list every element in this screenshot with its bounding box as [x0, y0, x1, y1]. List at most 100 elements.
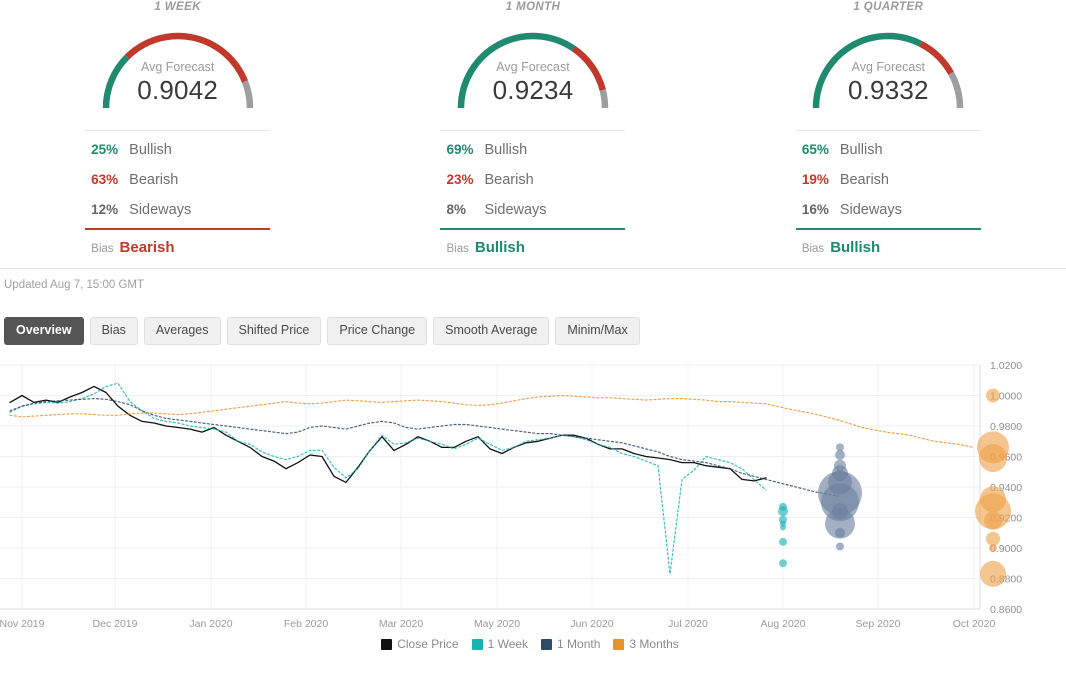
- legend-item[interactable]: 1 Month: [541, 637, 600, 651]
- gauge-1-week: Avg Forecast 0.9042: [0, 18, 355, 114]
- chart-tab-bar: Overview Bias Averages Shifted Price Price C…: [0, 291, 1066, 345]
- panel-title: 1 WEEK: [154, 1, 201, 13]
- legend-swatch-1-week: [471, 638, 483, 650]
- forecast-bubbles-3-months: [986, 388, 1000, 403]
- forecast-bubbles-1-week: [779, 537, 787, 546]
- row-bearish: 19% Bearish: [796, 165, 981, 195]
- forecast-bubbles-1-month: [835, 449, 845, 460]
- row-bullish: 65% Bullish: [796, 135, 981, 165]
- tab-bias[interactable]: Bias: [89, 317, 138, 345]
- forecast-chart: 1.02001.00000.98000.96000.94000.92000.90…: [0, 357, 1066, 657]
- row-sideways: 16% Sideways: [796, 195, 981, 225]
- tab-shifted-price[interactable]: Shifted Price: [226, 317, 322, 345]
- gauge-arc-svg: [813, 32, 964, 109]
- legend-swatch-1-month: [541, 638, 553, 650]
- sideways-label: Sideways: [129, 202, 192, 218]
- gauge-arc-svg: [457, 32, 609, 109]
- gauge-segment-sideways: [241, 80, 253, 109]
- tab-overview[interactable]: Overview: [4, 317, 84, 345]
- bias-value: Bearish: [119, 239, 175, 256]
- bullish-percent: 69%: [446, 142, 474, 157]
- forecast-dashboard: 1 WEEK Avg Forecast 0.9042 25% Bullish 6…: [0, 0, 1066, 682]
- x-axis-tick-label: May 2020: [474, 618, 520, 630]
- bearish-label: Bearish: [129, 172, 179, 188]
- rows-divider: [795, 130, 981, 131]
- gauge-segment-bullish: [102, 54, 130, 109]
- x-axis-tick-label: Nov 2019: [0, 618, 45, 630]
- x-axis-tick-label: Jan 2020: [189, 618, 232, 630]
- tab-price-change[interactable]: Price Change: [327, 317, 428, 345]
- chart-svg: 1.02001.00000.98000.96000.94000.92000.90…: [0, 360, 1022, 630]
- gauge-arc-svg: [102, 32, 253, 109]
- bullish-label: Bullish: [484, 142, 528, 158]
- sideways-label: Sideways: [839, 202, 902, 218]
- gauge-panel-1-week: 1 WEEK Avg Forecast 0.9042 25% Bullish 6…: [0, 0, 355, 268]
- bullish-label: Bullish: [129, 142, 172, 158]
- sentiment-rows: 25% Bullish 63% Bearish 12% Sideways Bia…: [85, 130, 271, 256]
- gauge-segment-sideways: [948, 71, 964, 109]
- y-axis-tick-label: 0.9800: [990, 421, 1022, 433]
- rows-divider: [440, 130, 626, 131]
- forecast-bubbles-3-months: [979, 444, 1007, 473]
- row-bullish: 25% Bullish: [85, 135, 270, 165]
- chart-series-3-months: [9, 394, 975, 449]
- legend-swatch-close-price: [381, 638, 393, 650]
- forecast-bubbles-1-week: [779, 559, 787, 568]
- bearish-label: Bearish: [484, 172, 534, 188]
- forecast-bubbles-3-months: [986, 531, 1000, 546]
- panel-title: 1 MONTH: [505, 1, 561, 13]
- x-axis-tick-label: Aug 2020: [761, 618, 806, 630]
- row-sideways: 8% Sideways: [440, 195, 625, 225]
- tab-averages[interactable]: Averages: [143, 317, 221, 345]
- forecast-bubbles-3-months: [984, 511, 1002, 530]
- x-axis-tick-label: Feb 2020: [284, 618, 329, 630]
- bias-row: Bias Bearish: [85, 230, 270, 256]
- legend-item[interactable]: Close Price: [381, 637, 459, 651]
- sideways-percent: 16%: [801, 202, 829, 217]
- gauge-panel-1-quarter: 1 QUARTER Avg Forecast 0.9332 65% Bullis…: [711, 0, 1066, 268]
- tab-smooth-average[interactable]: Smooth Average: [433, 317, 550, 345]
- tab-minim-max[interactable]: Minim/Max: [555, 317, 640, 345]
- sideways-percent: 12%: [91, 202, 119, 217]
- gauge-panel-1-month: 1 MONTH Avg Forecast 0.9234 69% Bullish …: [355, 0, 710, 268]
- updated-timestamp: Updated Aug 7, 15:00 GMT: [4, 279, 145, 291]
- y-axis-tick-label: 0.8600: [990, 604, 1022, 616]
- y-axis-tick-label: 1.0200: [990, 360, 1022, 372]
- legend-label: 1 Week: [487, 637, 529, 651]
- bullish-percent: 25%: [91, 142, 119, 157]
- sideways-percent: 8%: [446, 202, 466, 217]
- gauge-segment-bullish: [813, 32, 923, 109]
- bearish-percent: 19%: [801, 172, 829, 187]
- rows-divider: [85, 130, 271, 131]
- bias-label: Bias: [91, 243, 114, 255]
- legend-item[interactable]: 1 Week: [471, 637, 529, 651]
- legend-swatch-3-months: [613, 638, 625, 650]
- x-axis-tick-label: Jun 2020: [570, 618, 613, 630]
- chart-series-1-week: [9, 382, 767, 575]
- forecast-bubbles-1-week: [778, 506, 788, 517]
- bias-label: Bias: [801, 243, 825, 255]
- bias-row: Bias Bullish: [796, 230, 981, 256]
- bias-value: Bullish: [474, 239, 525, 256]
- bearish-percent: 63%: [91, 172, 119, 187]
- gauge-segment-bullish: [457, 32, 576, 109]
- row-bearish: 23% Bearish: [440, 165, 625, 195]
- bearish-label: Bearish: [839, 172, 889, 188]
- forecast-bubbles-3-months: [980, 560, 1006, 587]
- bias-value: Bullish: [830, 239, 881, 256]
- chart-series-close-price: [9, 385, 767, 484]
- sideways-label: Sideways: [484, 202, 547, 218]
- forecast-bubbles-3-months: [989, 544, 997, 552]
- sentiment-rows: 69% Bullish 23% Bearish 8% Sideways Bias…: [440, 130, 626, 256]
- gauge-1-month: Avg Forecast 0.9234: [355, 18, 710, 114]
- forecast-bubbles-1-month: [835, 527, 845, 538]
- legend-label: Close Price: [397, 637, 459, 651]
- chart-legend: Close Price 1 Week 1 Month 3 Months: [0, 637, 1066, 651]
- gauge-segment-sideways: [599, 89, 609, 109]
- x-axis-tick-label: Dec 2019: [93, 618, 138, 630]
- bullish-percent: 65%: [801, 142, 829, 157]
- gauge-1-quarter: Avg Forecast 0.9332: [711, 18, 1066, 114]
- gauge-panel-group: 1 WEEK Avg Forecast 0.9042 25% Bullish 6…: [0, 0, 1066, 268]
- row-bullish: 69% Bullish: [440, 135, 625, 165]
- legend-item[interactable]: 3 Months: [613, 637, 679, 651]
